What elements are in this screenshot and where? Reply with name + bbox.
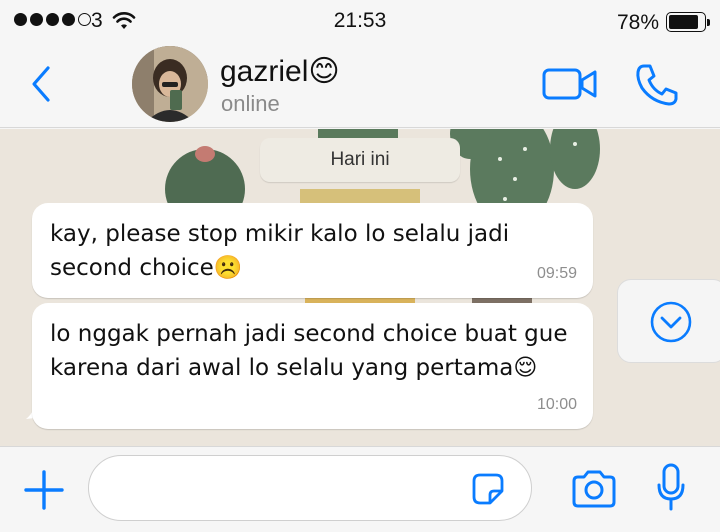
chevron-down-icon [650, 301, 692, 343]
video-camera-icon[interactable] [542, 66, 598, 102]
battery-icon [666, 12, 710, 32]
message-list[interactable]: Hari ini kay, please stop mikir kalo lo … [0, 129, 720, 446]
sticker-icon[interactable] [470, 471, 506, 507]
date-separator: Hari ini [260, 138, 460, 182]
message-text: lo nggak pernah jadi second choice buat … [50, 321, 568, 381]
avatar[interactable] [132, 46, 208, 122]
contact-name[interactable]: gazriel😊 [220, 54, 340, 89]
camera-icon[interactable] [570, 469, 618, 509]
message-bubble[interactable]: lo nggak pernah jadi second choice buat … [32, 303, 593, 429]
composer-bar [0, 446, 720, 532]
phone-icon[interactable] [634, 62, 680, 108]
message-time: 10:00 [536, 396, 577, 413]
message-text: kay, please stop mikir kalo lo selalu ja… [50, 221, 510, 281]
back-chevron-icon[interactable] [28, 64, 56, 104]
message-time: 09:59 [536, 265, 577, 282]
plus-icon[interactable] [22, 468, 66, 512]
scroll-to-bottom-button[interactable] [617, 279, 720, 363]
message-input[interactable] [88, 455, 532, 521]
status-time: 21:53 [333, 9, 387, 32]
microphone-icon[interactable] [656, 463, 686, 513]
chat-header: gazriel😊 online [0, 42, 720, 128]
battery-percent: 78% [616, 11, 659, 34]
contact-status: online [221, 91, 280, 116]
status-bar: 3 21:53 78% [0, 0, 720, 42]
message-bubble[interactable]: kay, please stop mikir kalo lo selalu ja… [32, 203, 593, 298]
